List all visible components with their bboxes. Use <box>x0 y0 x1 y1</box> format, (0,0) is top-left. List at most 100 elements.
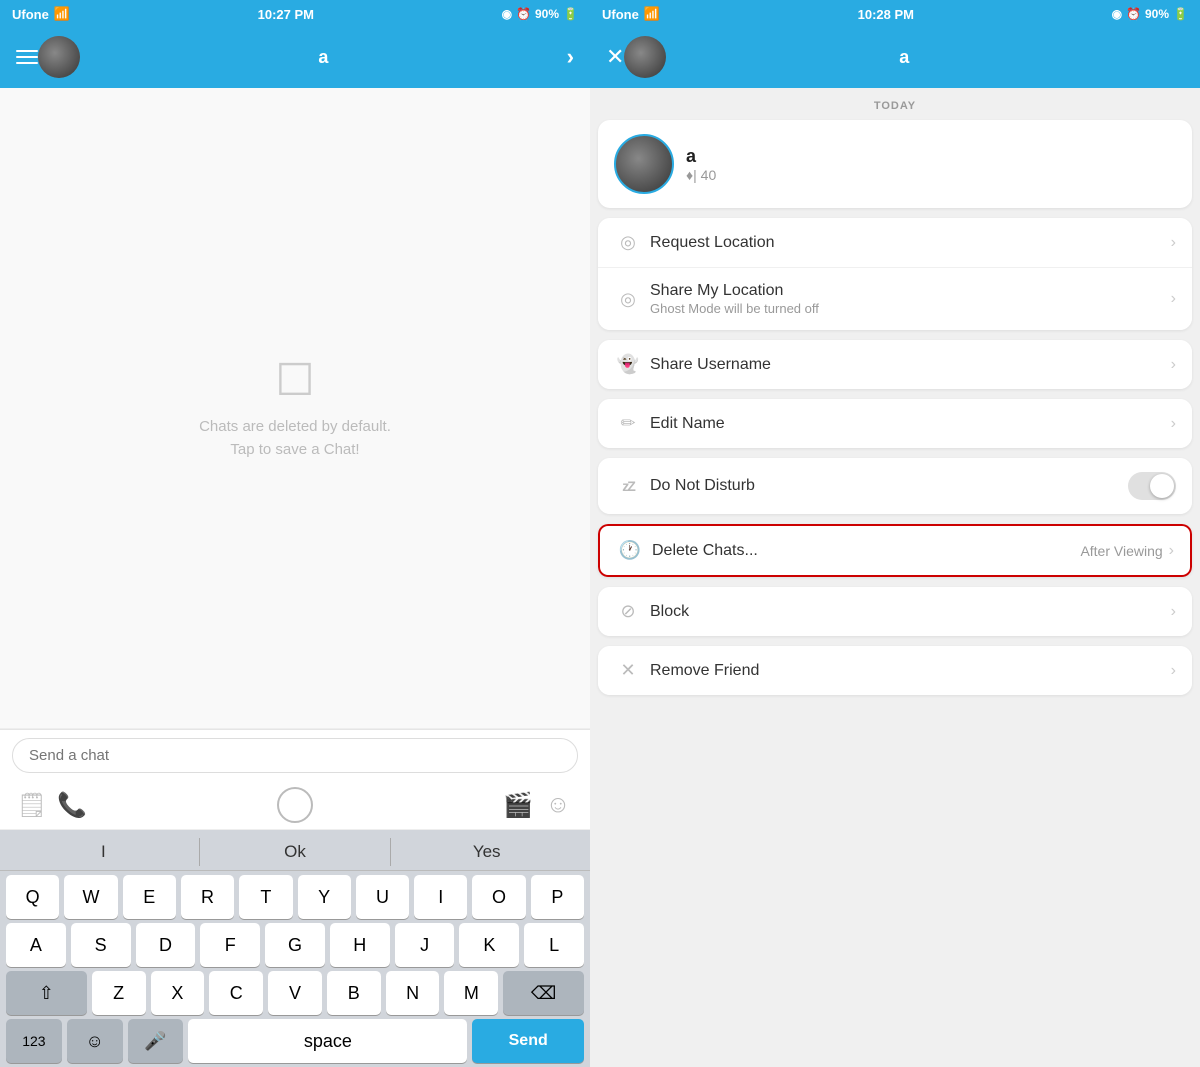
dnd-icon: zZ <box>614 478 642 494</box>
profile-score: ♦| 40 <box>686 167 716 183</box>
profile-card[interactable]: a ♦| 40 <box>598 120 1192 208</box>
right-battery: 90% <box>1145 7 1169 21</box>
key-h[interactable]: H <box>330 923 390 967</box>
share-username-text: Share Username <box>650 356 1171 374</box>
key-f[interactable]: F <box>200 923 260 967</box>
key-e[interactable]: E <box>123 875 176 919</box>
left-time: 10:27 PM <box>258 7 314 22</box>
key-w[interactable]: W <box>64 875 117 919</box>
chat-input[interactable] <box>12 738 578 773</box>
block-item[interactable]: ⊘ Block › <box>598 587 1192 636</box>
suggestion-i[interactable]: I <box>8 838 200 866</box>
edit-name-section: ✏ Edit Name › <box>598 399 1192 448</box>
remove-friend-icon: ✕ <box>614 660 642 681</box>
camera-circle-icon[interactable] <box>277 787 313 823</box>
key-o[interactable]: O <box>472 875 525 919</box>
location-icon: ◉ <box>502 7 512 21</box>
key-n[interactable]: N <box>386 971 440 1015</box>
left-carrier: Ufone <box>12 7 49 22</box>
phone-icon[interactable]: 📞 <box>52 791 92 820</box>
key-i[interactable]: I <box>414 875 467 919</box>
delete-chats-text: Delete Chats... <box>652 542 1080 560</box>
block-text: Block <box>650 603 1171 621</box>
right-panel: Ufone 📶 10:28 PM ◉ ⏰ 90% 🔋 ✕ a TODAY a ♦… <box>590 0 1200 1067</box>
key-x[interactable]: X <box>151 971 205 1015</box>
left-panel: Ufone 📶 10:27 PM ◉ ⏰ 90% 🔋 a › ☐ Chats a… <box>0 0 590 1067</box>
delete-chats-item[interactable]: 🕐 Delete Chats... After Viewing › <box>598 524 1192 577</box>
key-c[interactable]: C <box>209 971 263 1015</box>
key-y[interactable]: Y <box>298 875 351 919</box>
left-header-avatar[interactable] <box>38 36 80 78</box>
remove-friend-section: ✕ Remove Friend › <box>598 646 1192 695</box>
sticker-icon[interactable]: 🗒 <box>12 791 52 820</box>
key-j[interactable]: J <box>395 923 455 967</box>
toolbar-icons: 🗒 📞 🎬 ☺ <box>0 781 590 830</box>
emoji-icon[interactable]: ☺ <box>538 791 578 819</box>
share-location-item[interactable]: ◎ Share My Location Ghost Mode will be t… <box>598 268 1192 330</box>
chat-empty-area: ☐ Chats are deleted by default. Tap to s… <box>0 88 590 728</box>
right-battery-icon: 🔋 <box>1173 7 1188 21</box>
share-location-text: Share My Location Ghost Mode will be tur… <box>650 282 1171 316</box>
edit-name-item[interactable]: ✏ Edit Name › <box>598 399 1192 448</box>
key-k[interactable]: K <box>459 923 519 967</box>
remove-friend-item[interactable]: ✕ Remove Friend › <box>598 646 1192 695</box>
hamburger-menu[interactable] <box>16 50 38 64</box>
remove-friend-text: Remove Friend <box>650 662 1171 680</box>
key-r[interactable]: R <box>181 875 234 919</box>
key-z[interactable]: Z <box>92 971 146 1015</box>
right-status-bar: Ufone 📶 10:28 PM ◉ ⏰ 90% 🔋 <box>590 0 1200 28</box>
alarm-icon: ⏰ <box>516 7 531 21</box>
request-location-chevron: › <box>1171 234 1176 252</box>
video-icon[interactable]: 🎬 <box>498 791 538 820</box>
key-mic[interactable]: 🎤 <box>128 1019 184 1063</box>
key-m[interactable]: M <box>444 971 498 1015</box>
keyboard: I Ok Yes Q W E R T Y U I O P A S D F G H… <box>0 830 590 1067</box>
request-location-label: Request Location <box>650 234 775 251</box>
send-button[interactable]: Send <box>472 1019 584 1063</box>
dnd-label: Do Not Disturb <box>650 477 755 494</box>
key-space[interactable]: space <box>188 1019 467 1063</box>
key-numbers[interactable]: 123 <box>6 1019 62 1063</box>
keyboard-row-3: ⇧ Z X C V B N M ⌫ <box>6 971 584 1015</box>
key-g[interactable]: G <box>265 923 325 967</box>
chevron-right-icon[interactable]: › <box>567 44 574 70</box>
share-location-icon: ◎ <box>614 289 642 310</box>
suggestion-ok[interactable]: Ok <box>200 838 392 866</box>
chat-empty-line1: Chats are deleted by default. <box>199 418 391 435</box>
chat-empty-line2: Tap to save a Chat! <box>230 441 359 458</box>
key-v[interactable]: V <box>268 971 322 1015</box>
edit-name-chevron: › <box>1171 415 1176 433</box>
key-u[interactable]: U <box>356 875 409 919</box>
key-p[interactable]: P <box>531 875 584 919</box>
key-s[interactable]: S <box>71 923 131 967</box>
left-status-right: ◉ ⏰ 90% 🔋 <box>502 7 578 21</box>
key-b[interactable]: B <box>327 971 381 1015</box>
keyboard-suggestions: I Ok Yes <box>0 834 590 871</box>
key-d[interactable]: D <box>136 923 196 967</box>
dnd-toggle[interactable] <box>1128 472 1176 500</box>
right-content: TODAY a ♦| 40 ◎ Request Location › ◎ Sha… <box>590 88 1200 1067</box>
key-shift[interactable]: ⇧ <box>6 971 87 1015</box>
share-location-chevron: › <box>1171 290 1176 308</box>
chat-input-area <box>0 729 590 781</box>
suggestion-yes[interactable]: Yes <box>391 838 582 866</box>
profile-info: a ♦| 40 <box>686 146 716 183</box>
key-l[interactable]: L <box>524 923 584 967</box>
right-header-avatar[interactable] <box>624 36 666 78</box>
dnd-item[interactable]: zZ Do Not Disturb <box>598 458 1192 514</box>
left-battery: 90% <box>535 7 559 21</box>
key-q[interactable]: Q <box>6 875 59 919</box>
key-backspace[interactable]: ⌫ <box>503 971 584 1015</box>
request-location-item[interactable]: ◎ Request Location › <box>598 218 1192 268</box>
key-emoji[interactable]: ☺ <box>67 1019 123 1063</box>
delete-chats-icon: 🕐 <box>616 540 644 561</box>
key-t[interactable]: T <box>239 875 292 919</box>
share-username-item[interactable]: 👻 Share Username › <box>598 340 1192 389</box>
right-wifi-icon: 📶 <box>644 6 660 22</box>
delete-chats-label: Delete Chats... <box>652 542 758 559</box>
remove-friend-chevron: › <box>1171 662 1176 680</box>
share-location-sublabel: Ghost Mode will be turned off <box>650 301 1171 316</box>
close-button[interactable]: ✕ <box>606 44 624 70</box>
edit-name-text: Edit Name <box>650 415 1171 433</box>
key-a[interactable]: A <box>6 923 66 967</box>
